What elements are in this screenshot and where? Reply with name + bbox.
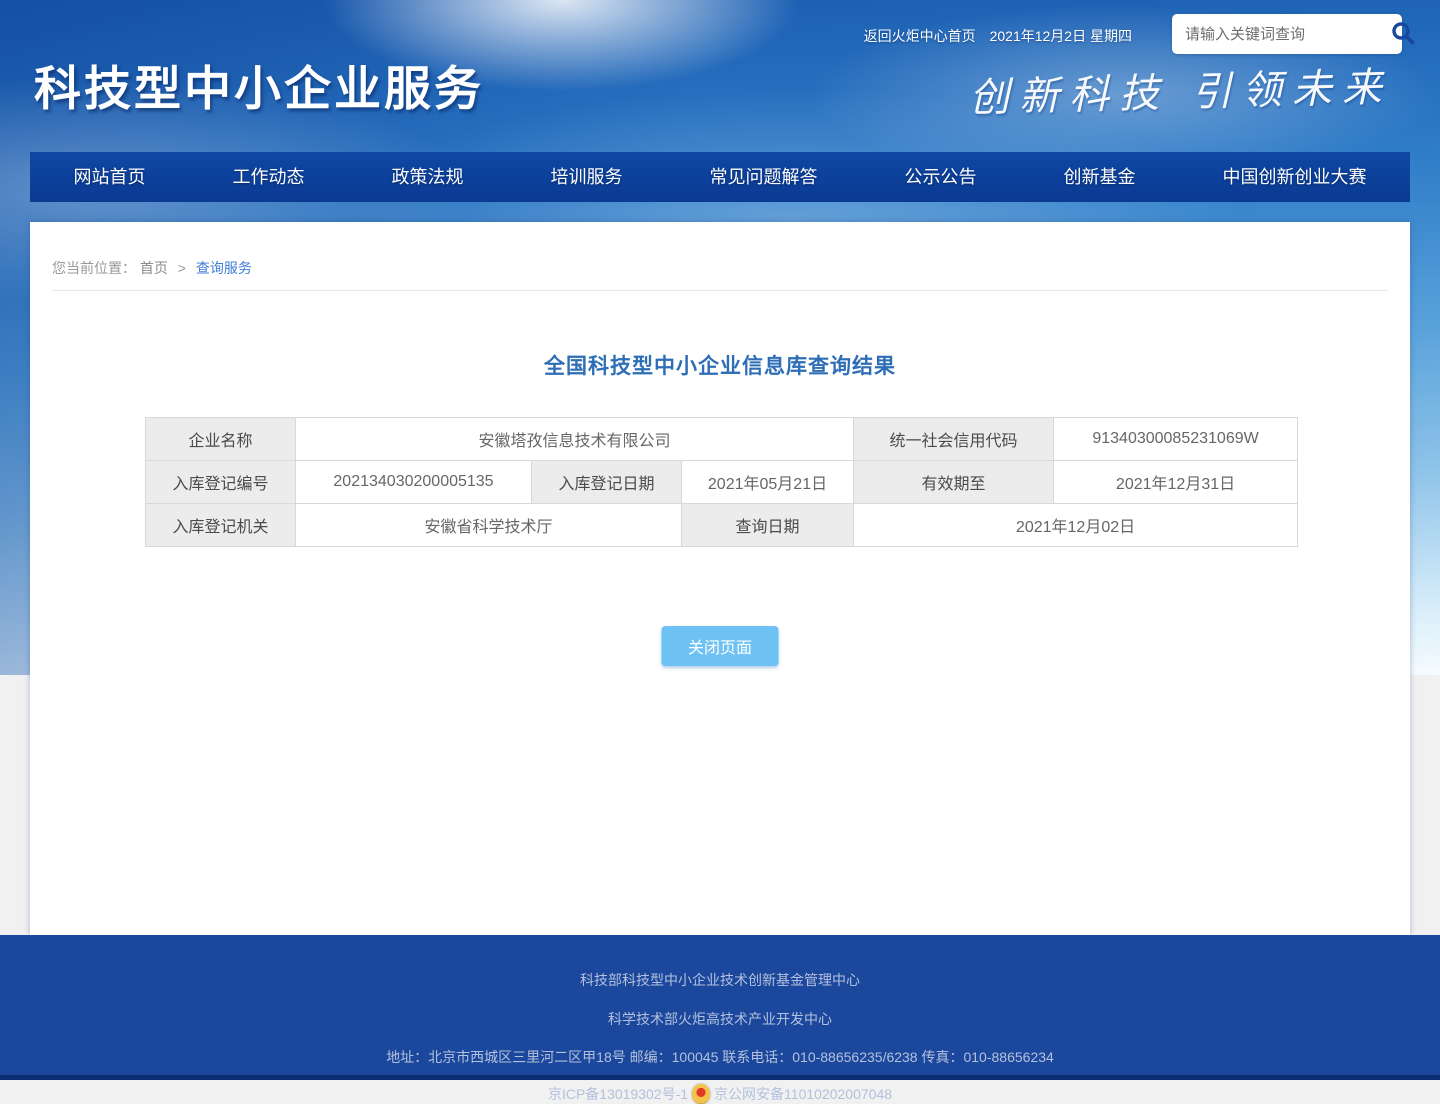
topbar-links: 返回火炬中心首页 2021年12月2日 星期四 xyxy=(864,26,1132,46)
reg-date-label: 入库登记日期 xyxy=(532,461,682,504)
search-button[interactable] xyxy=(1390,14,1416,54)
breadcrumb-divider xyxy=(52,290,1388,291)
torch-center-home-link[interactable]: 返回火炬中心首页 xyxy=(864,28,976,44)
reg-authority-label: 入库登记机关 xyxy=(146,504,296,547)
reg-authority-value: 安徽省科学技术厅 xyxy=(296,504,682,547)
breadcrumb-separator: > xyxy=(178,260,186,276)
nav-item-home[interactable]: 网站首页 xyxy=(60,152,160,202)
footer-org-line-1: 科技部科技型中小企业技术创新基金管理中心 xyxy=(0,935,1440,987)
company-name-label: 企业名称 xyxy=(146,418,296,461)
table-row: 企业名称 安徽塔孜信息技术有限公司 统一社会信用代码 9134030008523… xyxy=(146,418,1298,461)
query-date-label: 查询日期 xyxy=(682,504,854,547)
footer: 科技部科技型中小企业技术创新基金管理中心 科学技术部火炬高技术产业开发中心 地址… xyxy=(0,935,1440,1080)
breadcrumb: 您当前位置： 首页 > 查询服务 xyxy=(52,258,252,278)
valid-until-label: 有效期至 xyxy=(854,461,1054,504)
reg-no-label: 入库登记编号 xyxy=(146,461,296,504)
valid-until-value: 2021年12月31日 xyxy=(1054,461,1298,504)
table-row: 入库登记编号 202134030200005135 入库登记日期 2021年05… xyxy=(146,461,1298,504)
footer-bottom-strip xyxy=(0,1075,1440,1080)
table-row: 入库登记机关 安徽省科学技术厅 查询日期 2021年12月02日 xyxy=(146,504,1298,547)
site-title: 科技型中小企业服务 xyxy=(34,50,484,119)
footer-org-line-2: 科学技术部火炬高技术产业开发中心 xyxy=(0,987,1440,1026)
search-input[interactable] xyxy=(1172,14,1390,54)
close-page-button[interactable]: 关闭页面 xyxy=(662,626,779,666)
nav-item-training[interactable]: 培训服务 xyxy=(537,152,637,202)
nav-item-work-news[interactable]: 工作动态 xyxy=(219,152,319,202)
query-date-value: 2021年12月02日 xyxy=(854,504,1298,547)
current-date: 2021年12月2日 星期四 xyxy=(990,28,1132,44)
police-record-link[interactable]: 京公网安备11010202007048 xyxy=(714,1087,892,1101)
footer-registration-line: 京ICP备13019302号-1 京公网安备11010202007048 xyxy=(0,1064,1440,1104)
icp-record-link[interactable]: 京ICP备13019302号-1 xyxy=(548,1087,688,1101)
nav-item-policies[interactable]: 政策法规 xyxy=(378,152,478,202)
nav-item-faq[interactable]: 常见问题解答 xyxy=(696,152,832,202)
search-icon xyxy=(1390,20,1416,49)
nav-item-announcements[interactable]: 公示公告 xyxy=(891,152,991,202)
slogan-text: 创新科技 引领未来 xyxy=(969,54,1393,123)
page: 返回火炬中心首页 2021年12月2日 星期四 科技型中小企业服务 创新科技 引领… xyxy=(0,0,1440,1080)
credit-code-label: 统一社会信用代码 xyxy=(854,418,1054,461)
nav-item-competition[interactable]: 中国创新创业大赛 xyxy=(1209,152,1381,202)
breadcrumb-home-link[interactable]: 首页 xyxy=(140,260,168,276)
breadcrumb-current-link[interactable]: 查询服务 xyxy=(196,260,252,276)
police-badge-icon xyxy=(692,1084,710,1104)
reg-no-value: 202134030200005135 xyxy=(296,461,532,504)
page-title: 全国科技型中小企业信息库查询结果 xyxy=(30,350,1410,380)
footer-address-line: 地址：北京市西城区三里河二区甲18号 邮编：100045 联系电话：010-88… xyxy=(0,1026,1440,1064)
credit-code-value: 91340300085231069W xyxy=(1054,418,1298,461)
reg-date-value: 2021年05月21日 xyxy=(682,461,854,504)
company-name-value: 安徽塔孜信息技术有限公司 xyxy=(296,418,854,461)
content-panel: 您当前位置： 首页 > 查询服务 全国科技型中小企业信息库查询结果 企业名称 安… xyxy=(30,222,1410,935)
nav-item-innovation-fund[interactable]: 创新基金 xyxy=(1050,152,1150,202)
company-info-table: 企业名称 安徽塔孜信息技术有限公司 统一社会信用代码 9134030008523… xyxy=(145,417,1298,547)
breadcrumb-label: 您当前位置： xyxy=(52,260,136,276)
main-nav: 网站首页 工作动态 政策法规 培训服务 常见问题解答 公示公告 创新基金 中国创… xyxy=(30,152,1410,202)
search-box xyxy=(1172,14,1402,54)
